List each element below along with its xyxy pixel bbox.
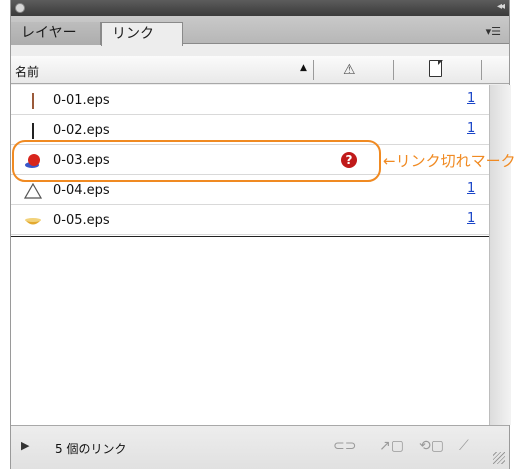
link-name: 0-01.eps	[53, 93, 110, 108]
vertical-bar-black-icon	[32, 123, 34, 139]
bowl-shape-icon	[25, 218, 41, 225]
column-divider	[313, 60, 314, 80]
update-link-icon[interactable]: ⟲▢	[419, 438, 444, 454]
tab-bar: レイヤー リンク ▾☰	[11, 16, 509, 46]
page-link[interactable]: 1	[467, 211, 475, 226]
links-list: 0-01.eps 1 0-02.eps 1 0-03.eps ? 0-04.ep…	[11, 85, 499, 425]
column-header: 名前 ▲ ⚠	[11, 56, 509, 84]
tab-links[interactable]: リンク	[101, 22, 183, 46]
page-link[interactable]: 1	[467, 91, 475, 106]
tab-layers[interactable]: レイヤー	[11, 22, 101, 45]
list-item[interactable]: 0-05.eps 1	[11, 205, 489, 235]
list-item[interactable]: 0-01.eps 1	[11, 85, 489, 115]
links-panel: ◂◂ レイヤー リンク ▾☰ 名前 ▲ ⚠ 0-01.eps 1 0-02.ep…	[10, 0, 516, 469]
link-name: 0-02.eps	[53, 123, 110, 138]
list-item[interactable]: 0-04.eps 1	[11, 175, 489, 205]
vertical-bar-brown-icon	[32, 93, 34, 109]
link-name: 0-05.eps	[53, 213, 110, 228]
triangle-outline-icon	[24, 183, 42, 199]
sort-ascending-icon[interactable]: ▲	[300, 63, 307, 73]
goto-link-icon[interactable]: ↗▢	[379, 438, 404, 454]
link-name: 0-04.eps	[53, 183, 110, 198]
link-name: 0-03.eps	[53, 153, 110, 168]
panel-menu-icon[interactable]: ▾☰	[486, 25, 501, 38]
vertical-scrollbar[interactable]	[489, 85, 511, 425]
relink-icon[interactable]: ⊂⊃	[333, 438, 356, 454]
collapse-icon[interactable]: ◂◂	[497, 1, 505, 12]
red-blue-ball-icon	[25, 154, 40, 168]
edit-original-icon[interactable]: ⟋	[459, 438, 469, 454]
resize-grip-icon[interactable]	[493, 452, 505, 464]
column-name[interactable]: 名前	[15, 63, 39, 80]
page-link[interactable]: 1	[467, 181, 475, 196]
panel-footer: ▶ 5 個のリンク ⊂⊃ ↗▢ ⟲▢ ⟋	[11, 425, 509, 469]
close-icon[interactable]	[15, 3, 25, 13]
list-item[interactable]: 0-02.eps 1	[11, 115, 489, 145]
expand-triangle-icon[interactable]: ▶	[21, 439, 29, 452]
list-end-rule	[11, 236, 489, 237]
column-divider	[481, 60, 482, 80]
warning-triangle-icon[interactable]: ⚠	[343, 62, 356, 78]
missing-link-icon[interactable]: ?	[341, 152, 357, 168]
panel-titlebar: ◂◂	[11, 0, 509, 16]
column-divider	[393, 60, 394, 80]
page-link[interactable]: 1	[467, 121, 475, 136]
link-count: 5 個のリンク	[55, 442, 127, 456]
page-icon[interactable]	[429, 59, 443, 77]
missing-link-callout: ←リンク切れマーク	[383, 152, 516, 170]
